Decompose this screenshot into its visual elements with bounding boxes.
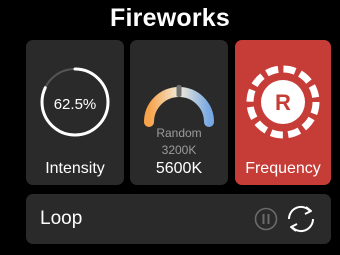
intensity-value: 62.5%: [53, 96, 97, 113]
frequency-dial-icon: R: [246, 65, 320, 139]
page-title: Fireworks: [110, 4, 230, 32]
intensity-label: Intensity: [45, 160, 105, 177]
frequency-card[interactable]: R Frequency: [235, 40, 331, 185]
loop-label: Loop: [40, 208, 83, 229]
intensity-card[interactable]: 62.5% Intensity: [26, 40, 124, 185]
cct-mode-text: Random: [156, 126, 202, 140]
cct-arc-gauge: [144, 85, 214, 127]
cct-range-text: 3200K: [161, 143, 197, 157]
loop-cycle-icon[interactable]: [284, 203, 318, 240]
frequency-badge: R: [275, 90, 291, 115]
cct-gauge-indicator: [176, 85, 182, 97]
cct-value: 5600K: [155, 160, 203, 177]
pause-icon[interactable]: [254, 207, 278, 236]
cct-card[interactable]: Random 3200K 5600K: [130, 40, 228, 185]
frequency-label: Frequency: [245, 160, 321, 177]
loop-bar[interactable]: Loop: [26, 194, 331, 244]
